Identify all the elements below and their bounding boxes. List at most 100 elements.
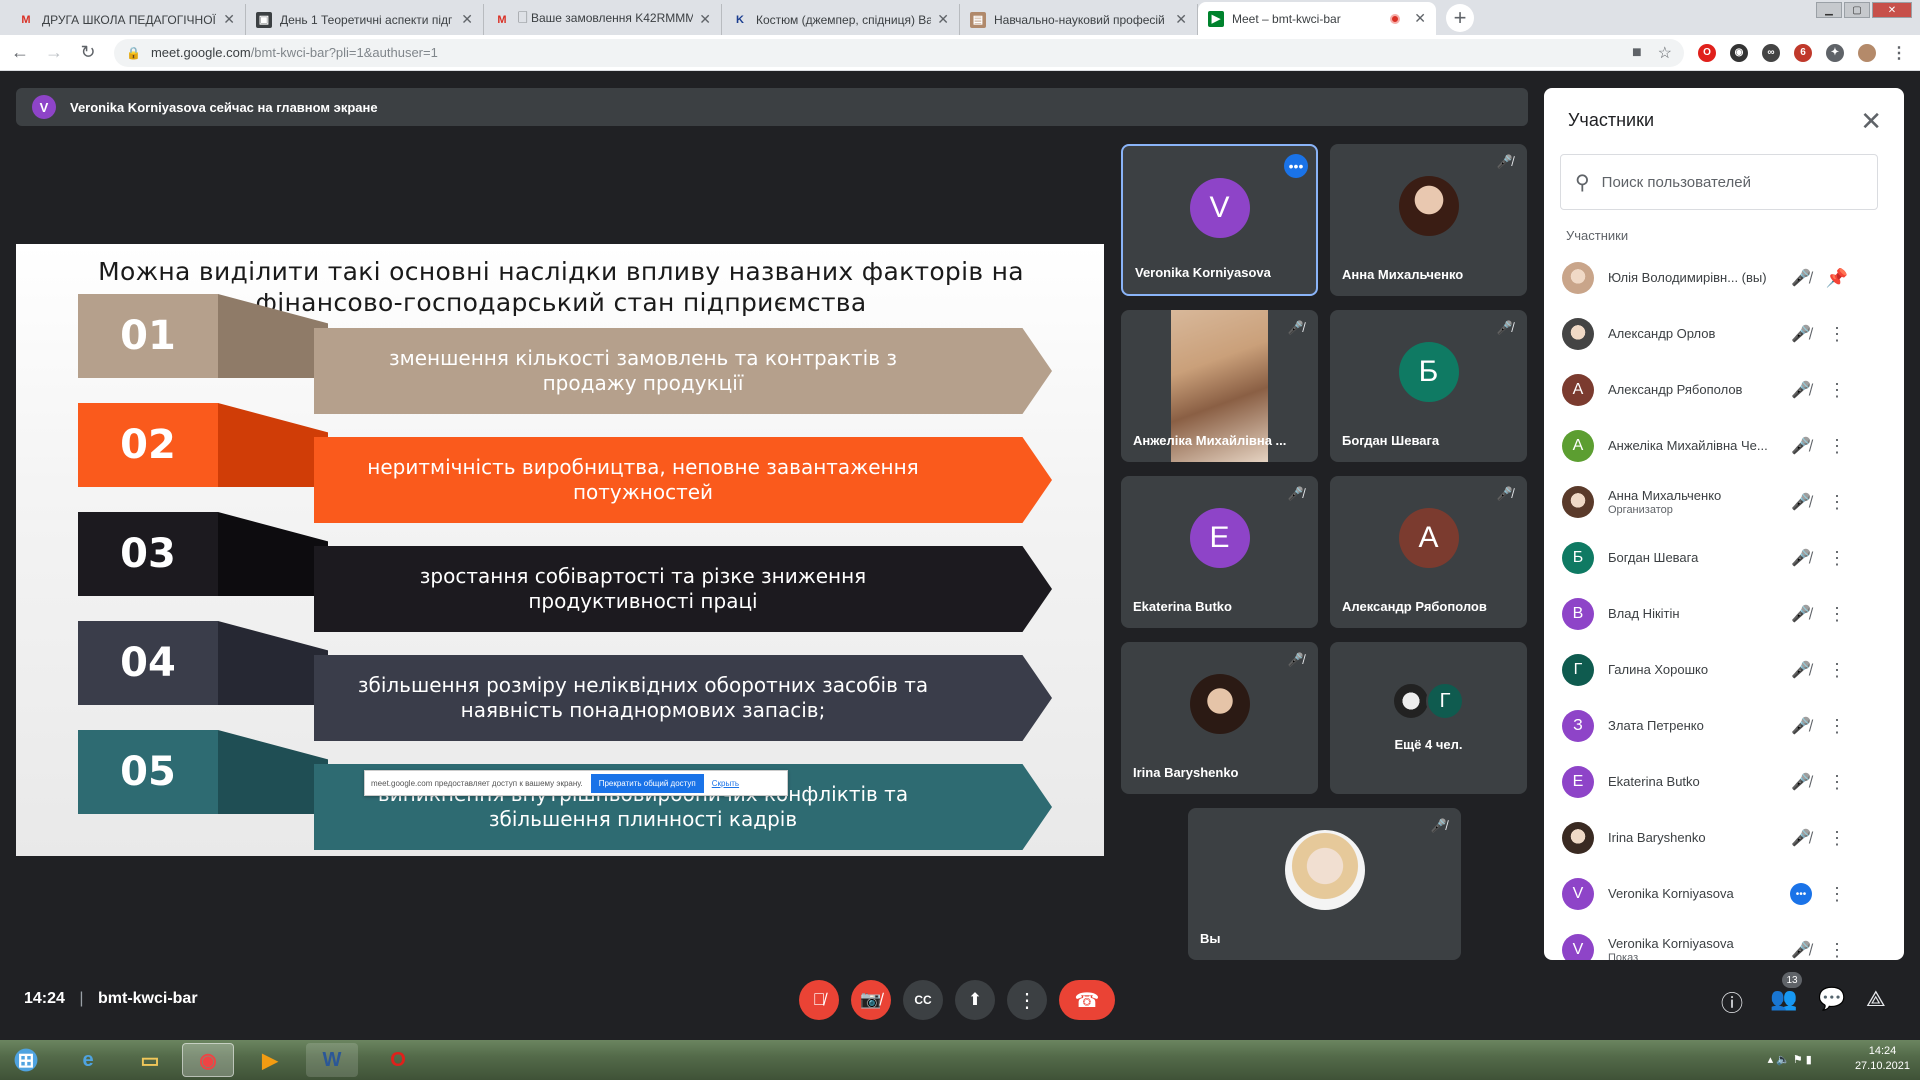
more-vert-icon[interactable]: ⋮ xyxy=(1819,716,1855,737)
participant-tile[interactable]: 🎤̸ А Александр Рябополов xyxy=(1330,476,1527,628)
participant-tile[interactable]: 🎤̸ Irina Baryshenko xyxy=(1121,642,1318,794)
stop-sharing-button[interactable]: Прекратить общий доступ xyxy=(590,773,704,793)
close-tab-icon[interactable]: ✕ xyxy=(223,11,235,28)
participant-row[interactable]: А Александр Рябополов 🎤̸ ⋮ xyxy=(1562,362,1892,418)
captions-button[interactable]: CC xyxy=(903,980,943,1020)
chrome-icon[interactable]: ◉ xyxy=(182,1043,234,1077)
badge-extension-icon[interactable]: 6 xyxy=(1794,43,1812,62)
menu-dots-icon[interactable]: ⋮ xyxy=(1890,44,1908,62)
word-icon[interactable]: W xyxy=(306,1043,358,1077)
extension-icon[interactable]: ◉ xyxy=(1730,43,1748,62)
more-vert-icon[interactable]: ⋮ xyxy=(1819,324,1855,345)
glasses-icon[interactable]: ∞ xyxy=(1762,43,1780,62)
more-vert-icon[interactable]: ⋮ xyxy=(1819,548,1855,569)
opera-taskbar-icon[interactable]: O xyxy=(372,1043,424,1077)
participant-row[interactable]: Б Богдан Шевага 🎤̸ ⋮ xyxy=(1562,530,1892,586)
media-player-icon[interactable]: ▶ xyxy=(244,1043,296,1077)
explorer-icon[interactable]: ▭ xyxy=(124,1043,176,1077)
mic-off-icon[interactable]: 🎤̸ xyxy=(1783,436,1819,456)
url-field[interactable]: 🔒 meet.google.com /bmt-kwci-bar?pli=1&au… xyxy=(114,38,1684,67)
close-window-button[interactable]: ✕ xyxy=(1872,2,1912,18)
participant-row[interactable]: В Влад Нікітін 🎤̸ ⋮ xyxy=(1562,586,1892,642)
mic-off-icon[interactable]: 🎤̸ xyxy=(1783,548,1819,568)
mic-off-icon[interactable]: 🎤̸ xyxy=(1783,380,1819,400)
participant-row[interactable]: Г Галина Хорошко 🎤̸ ⋮ xyxy=(1562,642,1892,698)
mic-off-icon[interactable]: 🎤̸ xyxy=(1783,716,1819,736)
browser-tab-active[interactable]: ▶ Meet – bmt-kwci-bar ✕ xyxy=(1198,2,1436,35)
participant-row[interactable]: Анна Михальченко Организатор 🎤̸ ⋮ xyxy=(1562,474,1892,530)
more-vert-icon[interactable]: ⋮ xyxy=(1819,828,1855,849)
close-tab-icon[interactable]: ✕ xyxy=(699,11,711,28)
more-participants-tile[interactable]: Г Ещё 4 чел. xyxy=(1330,642,1527,794)
self-tile[interactable]: 🎤̸ Вы xyxy=(1188,808,1461,960)
search-participants-input[interactable]: ⚲ Поиск пользователей xyxy=(1560,154,1878,210)
more-vert-icon[interactable]: ⋮ xyxy=(1819,380,1855,401)
mic-toggle-button[interactable]: 🎙̸ xyxy=(799,980,839,1020)
camera-icon[interactable]: ■ xyxy=(1632,44,1642,62)
info-icon[interactable]: ⓘ xyxy=(1721,986,1743,1018)
puzzle-icon[interactable]: ✦ xyxy=(1826,43,1844,62)
close-tab-icon[interactable]: ✕ xyxy=(937,11,949,28)
close-tab-icon[interactable]: ✕ xyxy=(1414,10,1426,27)
present-button[interactable]: ⬆ xyxy=(955,980,995,1020)
participant-tile[interactable]: 🎤̸ Анжеліка Михайлівна ... xyxy=(1121,310,1318,462)
participant-row[interactable]: V Veronika Korniyasova ••• ⋮ xyxy=(1562,866,1892,922)
chat-icon[interactable]: 💬 xyxy=(1818,986,1845,1012)
more-options-button[interactable]: ⋮ xyxy=(1007,980,1047,1020)
mic-off-icon[interactable]: 🎤̸ xyxy=(1783,660,1819,680)
mic-off-icon[interactable]: 🎤̸ xyxy=(1783,268,1819,288)
browser-tab[interactable]: M 🗌 Ваше замовлення K42RMMM ✕ xyxy=(484,4,722,35)
mic-off-icon[interactable]: 🎤̸ xyxy=(1783,828,1819,848)
start-button-icon[interactable]: ⊞ xyxy=(4,1043,48,1077)
bookmark-star-icon[interactable]: ☆ xyxy=(1658,43,1672,63)
back-icon[interactable]: ← xyxy=(6,42,34,63)
mic-off-icon[interactable]: 🎤̸ xyxy=(1783,772,1819,792)
participant-tile[interactable]: 🎤̸ E Ekaterina Butko xyxy=(1121,476,1318,628)
close-panel-icon[interactable]: ✕ xyxy=(1860,106,1882,137)
profile-avatar[interactable] xyxy=(1858,43,1876,62)
activities-icon[interactable]: ⟁ xyxy=(1866,986,1886,1012)
pin-icon[interactable]: 📌 xyxy=(1819,268,1855,289)
tray-clock[interactable]: 14:24 27.10.2021 xyxy=(1855,1044,1910,1074)
close-tab-icon[interactable]: ✕ xyxy=(1175,11,1187,28)
more-vert-icon[interactable]: ⋮ xyxy=(1819,940,1855,961)
participant-row[interactable]: E Ekaterina Butko 🎤̸ ⋮ xyxy=(1562,754,1892,810)
camera-toggle-button[interactable]: 📷̸ xyxy=(851,980,891,1020)
minimize-button[interactable]: ▁ xyxy=(1816,2,1842,18)
browser-tab[interactable]: M ДРУГА ШКОЛА ПЕДАГОГІЧНОЇ М ✕ xyxy=(8,4,246,35)
speaking-indicator-icon[interactable]: ••• xyxy=(1783,883,1819,905)
mic-off-icon[interactable]: 🎤̸ xyxy=(1783,604,1819,624)
close-tab-icon[interactable]: ✕ xyxy=(461,11,473,28)
more-options-icon[interactable]: ••• xyxy=(1284,154,1308,178)
participant-row[interactable]: Irina Baryshenko 🎤̸ ⋮ xyxy=(1562,810,1892,866)
more-vert-icon[interactable]: ⋮ xyxy=(1819,436,1855,457)
new-tab-button[interactable]: + xyxy=(1446,4,1474,32)
browser-tab[interactable]: ▤ Навчально-науковий професій ✕ xyxy=(960,4,1198,35)
reload-icon[interactable]: ↻ xyxy=(74,42,102,63)
mic-off-icon[interactable]: 🎤̸ xyxy=(1783,940,1819,960)
browser-tab[interactable]: K Костюм (джемпер, спідниця) Ва ✕ xyxy=(722,4,960,35)
participant-row[interactable]: А Анжеліка Михайлівна Че... 🎤̸ ⋮ xyxy=(1562,418,1892,474)
ie-icon[interactable]: e xyxy=(62,1043,114,1077)
more-vert-icon[interactable]: ⋮ xyxy=(1819,604,1855,625)
participant-tile[interactable]: ••• V Veronika Korniyasova xyxy=(1121,144,1318,296)
leave-call-button[interactable]: ☎ xyxy=(1059,980,1115,1020)
maximize-button[interactable]: ▢ xyxy=(1844,2,1870,18)
browser-tab[interactable]: ▣ День 1 Теоретичні аспекти підг ✕ xyxy=(246,4,484,35)
mic-off-icon[interactable]: 🎤̸ xyxy=(1783,324,1819,344)
participant-row[interactable]: Александр Орлов 🎤̸ ⋮ xyxy=(1562,306,1892,362)
more-vert-icon[interactable]: ⋮ xyxy=(1819,772,1855,793)
participant-tile[interactable]: 🎤̸ Анна Михальченко xyxy=(1330,144,1527,296)
mic-off-icon[interactable]: 🎤̸ xyxy=(1783,492,1819,512)
participant-row[interactable]: Юлія Володимирівн... (вы) 🎤̸ 📌 xyxy=(1562,250,1892,306)
participant-row[interactable]: V Veronika Korniyasova Показ 🎤̸ ⋮ xyxy=(1562,922,1892,960)
more-vert-icon[interactable]: ⋮ xyxy=(1819,884,1855,905)
more-vert-icon[interactable]: ⋮ xyxy=(1819,660,1855,681)
forward-icon[interactable]: → xyxy=(40,42,68,63)
hide-notice-link[interactable]: Скрыть xyxy=(712,779,739,788)
participant-tile[interactable]: 🎤̸ Б Богдан Шевага xyxy=(1330,310,1527,462)
opera-icon[interactable]: O xyxy=(1698,43,1716,62)
more-vert-icon[interactable]: ⋮ xyxy=(1819,492,1855,513)
participant-row[interactable]: З Злата Петренко 🎤̸ ⋮ xyxy=(1562,698,1892,754)
people-icon[interactable]: 👥 xyxy=(1770,986,1797,1012)
